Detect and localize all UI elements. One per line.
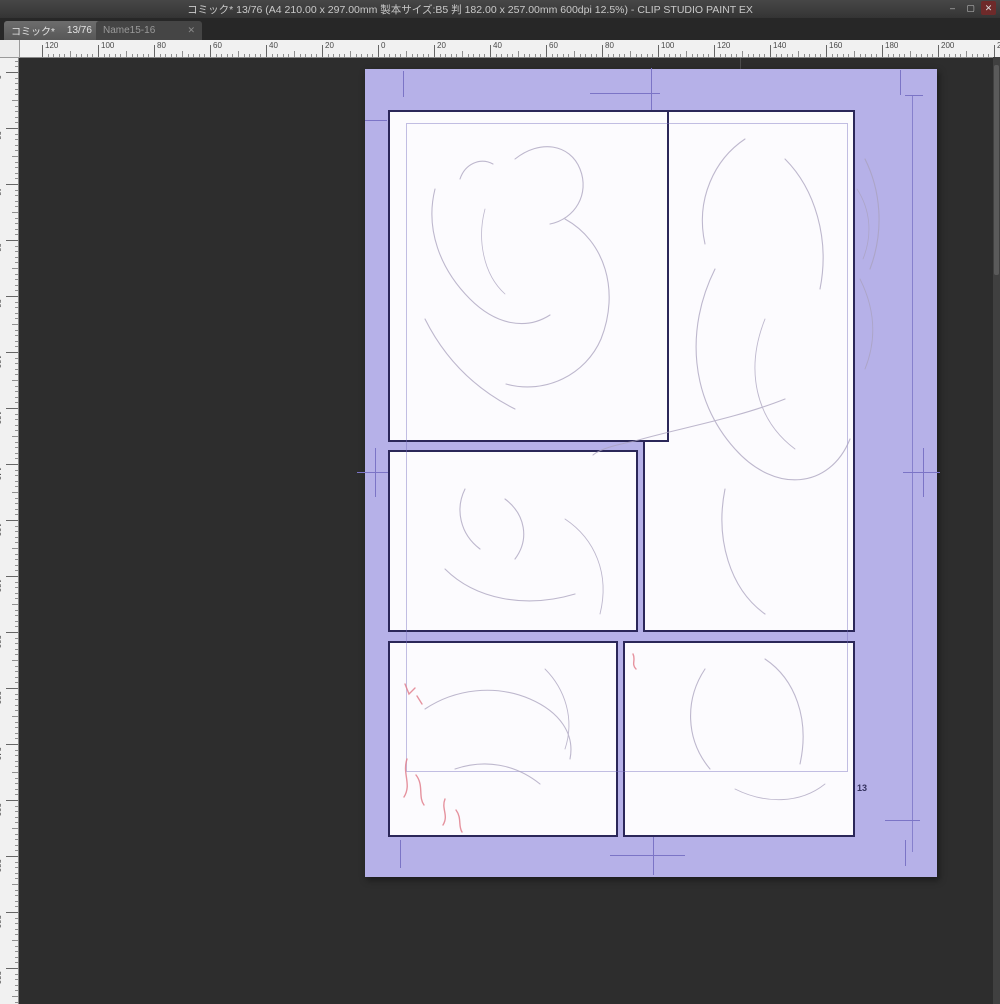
document-tabstrip: コミック* 13/76 ● Name15-16 ✕ xyxy=(0,18,1000,40)
tab-page-count: 13/76 xyxy=(67,25,92,36)
window-title: コミック* 13/76 (A4 210.00 x 297.00mm 製本サイズ:… xyxy=(0,2,940,17)
ruler-origin-box xyxy=(0,40,20,58)
trim-mark-top-left xyxy=(365,120,387,121)
comic-panel-5[interactable] xyxy=(623,641,855,837)
clip-studio-paint-window: コミック* 13/76 (A4 210.00 x 297.00mm 製本サイズ:… xyxy=(0,0,1000,1004)
tab-label: コミック* xyxy=(11,23,55,38)
vertical-scrollbar[interactable] xyxy=(993,57,1000,1004)
page-number-label: 13 xyxy=(857,783,867,793)
tab-close-icon[interactable]: ✕ xyxy=(187,26,195,35)
manga-page-canvas[interactable]: 13 xyxy=(365,69,937,877)
window-controls: – ▢ ✕ xyxy=(945,1,996,15)
tab-name15-16[interactable]: Name15-16 ✕ xyxy=(96,21,202,40)
vertical-ruler[interactable]: 0204060801001201401601802002202402602803… xyxy=(0,58,19,1004)
scrollbar-thumb[interactable] xyxy=(994,65,999,275)
trim-mark-bottom-left xyxy=(400,840,401,868)
minimize-icon[interactable]: – xyxy=(945,1,960,15)
trim-mark-bottom-center xyxy=(610,855,685,856)
trim-mark-bottom-right xyxy=(885,820,920,821)
trim-mark-bottom-right xyxy=(905,840,906,866)
trim-mark-top-right xyxy=(905,95,923,96)
maximize-icon[interactable]: ▢ xyxy=(963,1,978,15)
tab-comic-active[interactable]: コミック* 13/76 ● xyxy=(4,21,104,40)
bleed-guide-line xyxy=(912,95,913,852)
close-icon[interactable]: ✕ xyxy=(981,1,996,15)
trim-mark-right-center xyxy=(923,448,924,497)
comic-panel-2[interactable] xyxy=(643,110,855,632)
horizontal-ruler[interactable]: 1201008060402002040608010012014016018020… xyxy=(20,40,1000,58)
titlebar[interactable]: コミック* 13/76 (A4 210.00 x 297.00mm 製本サイズ:… xyxy=(0,0,1000,19)
tab-label: Name15-16 xyxy=(103,25,155,36)
trim-mark-top-center xyxy=(590,93,660,94)
trim-mark-right-center xyxy=(903,472,940,473)
comic-panel-3[interactable] xyxy=(388,450,638,632)
trim-mark-left-center xyxy=(375,448,376,497)
trim-mark-bottom-center xyxy=(653,833,654,875)
trim-mark-top-left xyxy=(403,71,404,97)
comic-panel-1[interactable] xyxy=(388,110,669,442)
comic-panel-4[interactable] xyxy=(388,641,618,837)
trim-mark-top-right xyxy=(900,70,901,95)
